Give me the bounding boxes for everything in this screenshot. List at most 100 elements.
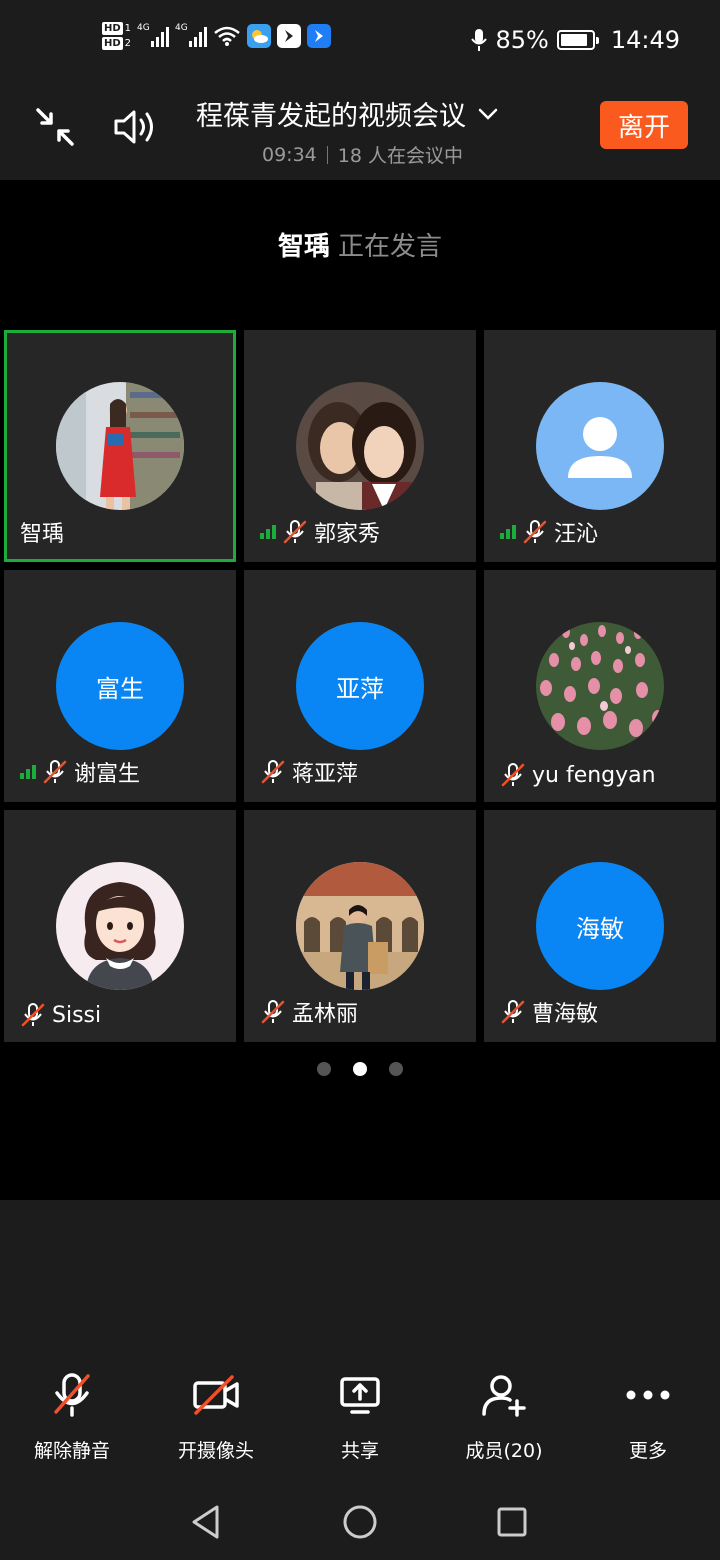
microphone-icon (471, 29, 488, 51)
mic-muted-icon (501, 1000, 525, 1024)
participant-tile[interactable]: yu fengyan (484, 570, 716, 802)
camera-label: 开摄像头 (177, 1440, 254, 1462)
nav-home-button[interactable] (336, 1498, 384, 1546)
active-speaker-banner: 智瑀 正在发言 (0, 226, 720, 263)
participant-name-row: Sissi (20, 1002, 101, 1028)
mic-muted-icon (43, 760, 67, 784)
network-type-1: 4G (137, 23, 150, 33)
app-icon-1 (277, 24, 302, 48)
speaker-status: 正在发言 (338, 232, 443, 262)
hd-badge-1: HD (102, 22, 123, 35)
page-dot[interactable] (353, 1062, 367, 1076)
participant-name-row: 曹海敏 (500, 996, 598, 1028)
more-dots-icon (626, 1390, 670, 1400)
speaker-icon (114, 110, 153, 144)
status-left: HD 1 HD 2 4G 4G (102, 22, 332, 50)
battery-percent: 85% (495, 26, 549, 54)
avatar-photo (296, 862, 424, 990)
avatar-photo (296, 382, 424, 510)
participant-name-row: 孟林丽 (260, 996, 358, 1028)
signal-icon-1: 4G (137, 23, 170, 47)
page-indicator[interactable] (0, 1062, 720, 1076)
more-button[interactable]: 更多 (576, 1370, 720, 1463)
participant-name: yu fengyan (532, 762, 656, 788)
page-dot[interactable] (389, 1062, 403, 1076)
battery-icon (556, 30, 599, 50)
default-avatar-icon (536, 382, 664, 510)
leave-button[interactable]: 离开 (600, 101, 688, 149)
recents-square-icon (497, 1507, 527, 1537)
nav-back-button[interactable] (182, 1498, 230, 1546)
avatar-initials: 富生 (56, 622, 184, 750)
members-label: 成员(20) (465, 1440, 543, 1462)
participant-name: 曹海敏 (532, 1002, 599, 1027)
share-label: 共享 (340, 1440, 379, 1462)
share-button[interactable]: 共享 (288, 1370, 432, 1463)
hd-badge-2: HD (102, 37, 123, 50)
screen-share-icon (340, 1377, 380, 1414)
wifi-icon (214, 26, 240, 46)
divider (326, 145, 328, 164)
mic-muted-icon (283, 520, 307, 544)
participant-name: 蒋亚萍 (292, 762, 359, 787)
participant-count: 18 人在会议中 (337, 145, 463, 167)
signal-icon-2: 4G (175, 23, 208, 47)
mic-muted-icon (21, 1003, 45, 1027)
nav-recents-button[interactable] (488, 1498, 536, 1546)
mic-muted-icon (261, 1000, 285, 1024)
mic-muted-icon (261, 760, 285, 784)
participant-tile[interactable]: Sissi (4, 810, 236, 1042)
add-member-icon (482, 1375, 526, 1417)
speaker-button[interactable] (110, 102, 160, 152)
page-dot[interactable] (317, 1062, 331, 1076)
minimize-button[interactable] (30, 102, 80, 152)
mic-muted-icon (523, 520, 547, 544)
weather-icon (247, 24, 272, 48)
participant-name: Sissi (52, 1002, 102, 1028)
participant-name: 汪沁 (554, 522, 599, 547)
collapse-arrows-icon (36, 108, 74, 146)
participant-name-row: 谢富生 (20, 756, 140, 788)
meeting-toolbar: 解除静音 开摄像头 共享 成员(20) 更多 (0, 1370, 720, 1470)
participant-tile[interactable]: 郭家秀 (244, 330, 476, 562)
status-right: 85% 14:49 (471, 26, 680, 54)
participant-tile[interactable]: 汪沁 (484, 330, 716, 562)
meeting-title-area[interactable]: 程葆青发起的视频会议 09:34 18 人在会议中 (196, 94, 536, 168)
meeting-title: 程葆青发起的视频会议 (196, 101, 466, 132)
participant-name: 智瑀 (20, 522, 65, 547)
avatar-initials: 亚萍 (296, 622, 424, 750)
participant-name-row: 蒋亚萍 (260, 756, 358, 788)
status-bar: HD 1 HD 2 4G 4G 85% 14:49 (0, 0, 720, 84)
participant-tile[interactable]: 亚萍蒋亚萍 (244, 570, 476, 802)
participant-tile[interactable]: 智瑀 (4, 330, 236, 562)
camera-button[interactable]: 开摄像头 (144, 1370, 288, 1463)
unmute-button[interactable]: 解除静音 (0, 1370, 144, 1463)
participant-name-row: yu fengyan (500, 762, 656, 788)
hd-indicators: HD 1 HD 2 (102, 22, 131, 50)
avatar-initials: 海敏 (536, 862, 664, 990)
more-label: 更多 (628, 1440, 667, 1462)
avatar-photo (56, 382, 184, 510)
meeting-header: 程葆青发起的视频会议 09:34 18 人在会议中 离开 (0, 84, 720, 180)
hd-num-1: 1 (124, 23, 132, 34)
participant-name: 谢富生 (74, 762, 141, 787)
members-button[interactable]: 成员(20) (432, 1370, 576, 1463)
avatar-photo (56, 862, 184, 990)
clock: 14:49 (610, 26, 680, 54)
signal-strength-icon (500, 525, 516, 539)
unmute-label: 解除静音 (33, 1440, 110, 1462)
hd-num-2: 2 (124, 38, 132, 49)
participant-tile[interactable]: 富生谢富生 (4, 570, 236, 802)
system-navbar (0, 1490, 720, 1554)
chevron-down-icon (478, 108, 498, 120)
app-icon-2 (307, 24, 332, 48)
participant-tile[interactable]: 孟林丽 (244, 810, 476, 1042)
network-type-2: 4G (175, 23, 188, 33)
microphone-muted-icon (54, 1373, 90, 1417)
participant-tile[interactable]: 海敏曹海敏 (484, 810, 716, 1042)
speaker-name: 智瑀 (277, 232, 330, 262)
camera-off-icon (193, 1375, 239, 1415)
participant-name-row: 汪沁 (500, 516, 598, 548)
home-circle-icon (343, 1505, 377, 1539)
participant-name: 孟林丽 (292, 1002, 359, 1027)
